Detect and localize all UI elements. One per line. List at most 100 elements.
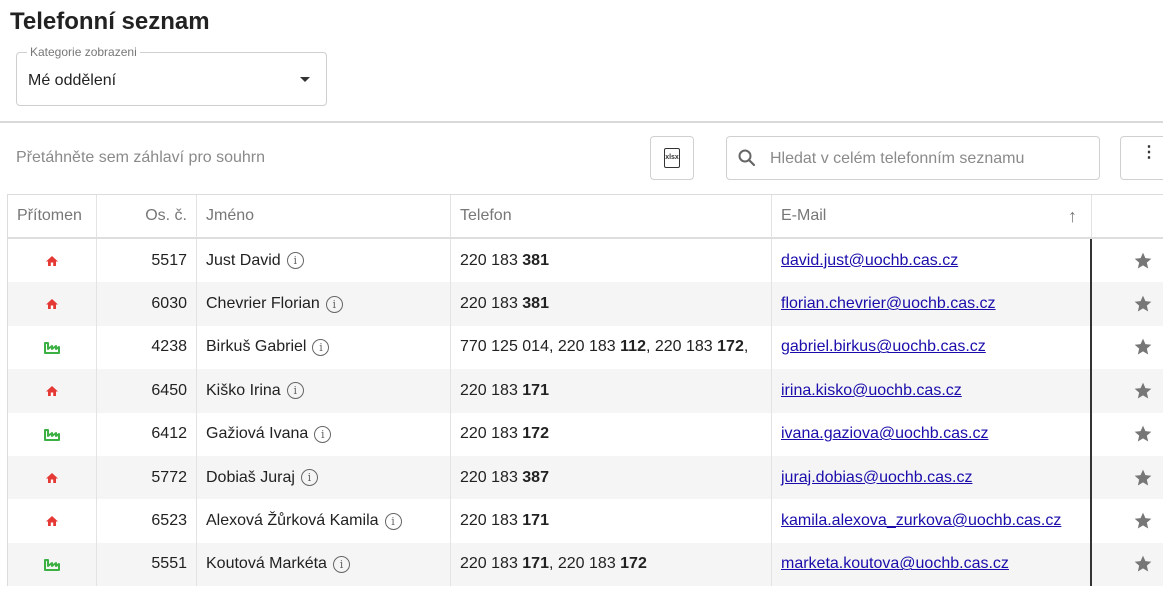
table-row[interactable]: 4238 Birkuš Gabriel i 770 125 014, 220 183 … [8,325,1163,370]
phone-extension: 171 [522,381,549,399]
star-icon[interactable] [1133,511,1153,531]
email-link[interactable]: kamila.alexova_zurkova@uochb.cas.cz [781,512,1061,530]
email-cell: marketa.koutova@uochb.cas.cz [772,542,1092,587]
phone-cell: 220 183 381 [451,282,772,326]
name-cell: Koutová Markéta i [197,542,451,587]
office-icon [44,429,60,442]
star-icon[interactable] [1133,294,1153,314]
email-cell: juraj.dobias@uochb.cas.cz [772,455,1092,500]
table-header: Přítomen Os. č. Jméno Telefon E-Mail ↑ [8,195,1163,239]
table-row[interactable]: 5517 Just David i 220 183 381 david.just@uoc… [8,239,1163,283]
email-link[interactable]: gabriel.birkus@uochb.cas.cz [781,338,986,356]
column-header-present[interactable]: Přítomen [8,195,97,237]
group-drop-zone[interactable]: Přetáhněte sem záhlaví pro souhrn [16,149,265,167]
name-cell: Dobiaš Juraj i [197,455,451,500]
star-icon[interactable] [1133,251,1153,271]
favorite-cell [1092,543,1163,586]
employee-name: Chevrier Florian [206,295,320,313]
info-icon[interactable]: i [286,252,304,270]
email-cell: ivana.gaziova@uochb.cas.cz [772,412,1092,456]
email-link[interactable]: juraj.dobias@uochb.cas.cz [781,469,972,487]
star-icon[interactable] [1133,381,1153,401]
phone-prefix: , 220 183 [645,338,718,356]
export-xlsx-button[interactable]: xlsx [650,136,694,180]
phone-prefix: 220 183 [460,512,523,530]
table-row[interactable]: 6030 Chevrier Florian i 220 183 381 florian.… [8,282,1163,326]
more-options-button[interactable]: ⋮ [1120,136,1163,180]
employee-name: Gažiová Ivana [206,425,309,443]
email-link[interactable]: david.just@uochb.cas.cz [781,252,958,270]
info-icon[interactable]: i [314,425,332,443]
info-icon[interactable]: i [384,512,402,530]
phonebook-table: Přítomen Os. č. Jméno Telefon E-Mail ↑ 5… [7,194,1163,587]
employee-name: Koutová Markéta [206,555,327,573]
email-link[interactable]: marketa.koutova@uochb.cas.cz [781,555,1009,573]
info-icon[interactable]: i [332,555,350,573]
phone-extension: 381 [522,295,549,313]
presence-cell [8,239,97,283]
email-cell: florian.chevrier@uochb.cas.cz [772,282,1092,326]
email-cell: gabriel.birkus@uochb.cas.cz [772,325,1092,370]
employee-id-cell: 6412 [97,412,197,456]
info-icon[interactable]: i [286,382,304,400]
employee-id-cell: 6030 [97,282,197,326]
sort-ascending-icon[interactable]: ↑ [1068,206,1077,227]
category-select[interactable]: Kategorie zobrazeni Mé oddělení [16,45,327,106]
table-row[interactable]: 6450 Kiško Irina i 220 183 171 irina.kisko@u… [8,369,1163,413]
info-icon[interactable]: i [325,295,343,313]
column-header-name[interactable]: Jméno [197,195,451,237]
column-header-email[interactable]: E-Mail ↑ [772,195,1092,237]
column-header-phone[interactable]: Telefon [451,195,772,237]
table-row[interactable]: 5551 Koutová Markéta i 220 183 171, 220 183… [8,542,1163,587]
home-icon [46,255,58,266]
info-icon[interactable]: i [300,469,318,487]
home-icon [46,472,58,483]
name-cell: Alexová Žůrková Kamila i [197,499,451,543]
home-icon [46,516,58,527]
employee-id-cell: 5517 [97,239,197,283]
caret-down-icon [300,77,310,82]
phone-cell: 220 183 171 [451,499,772,543]
name-cell: Gažiová Ivana i [197,412,451,456]
phone-prefix: 220 183 [460,425,523,443]
table-row[interactable]: 6523 Alexová Žůrková Kamila i 220 183 171 ka… [8,499,1163,543]
office-icon [44,559,60,572]
phone-extension: 112 [620,338,646,356]
name-cell: Kiško Irina i [197,369,451,413]
search-input[interactable]: Hledat v celém telefonním seznamu [726,136,1100,180]
email-link[interactable]: florian.chevrier@uochb.cas.cz [781,295,996,313]
email-link[interactable]: ivana.gaziova@uochb.cas.cz [781,425,988,443]
phone-prefix: 220 183 [460,555,523,573]
phone-extension: 172 [717,338,744,356]
employee-id-cell: 4238 [97,325,197,370]
phone-prefix: 220 183 [460,381,523,399]
email-cell: kamila.alexova_zurkova@uochb.cas.cz [772,499,1092,543]
phone-extension: 381 [522,251,549,269]
star-icon[interactable] [1133,424,1153,444]
name-cell: Just David i [197,239,451,283]
favorite-cell [1092,456,1163,499]
email-cell: david.just@uochb.cas.cz [772,239,1092,283]
category-select-value: Mé oddělení [28,72,117,89]
office-icon [44,342,60,355]
employee-id-cell: 5551 [97,542,197,587]
category-select-label: Kategorie zobrazeni [27,45,140,59]
phone-extension: 172 [522,425,549,443]
info-icon[interactable]: i [312,338,330,356]
presence-cell [8,455,97,500]
column-header-favorite [1092,195,1163,237]
star-icon[interactable] [1133,337,1153,357]
star-icon[interactable] [1133,468,1153,488]
star-icon[interactable] [1133,554,1153,574]
phone-cell: 220 183 381 [451,239,772,283]
page-title: Telefonní seznam [10,8,210,35]
presence-cell [8,542,97,587]
phone-cell: 220 183 171, 220 183 172 [451,542,772,587]
column-header-id[interactable]: Os. č. [97,195,197,237]
table-row[interactable]: 5772 Dobiaš Juraj i 220 183 387 juraj.dobias… [8,455,1163,500]
table-row[interactable]: 6412 Gažiová Ivana i 220 183 172 ivana.gazio… [8,412,1163,456]
email-cell: irina.kisko@uochb.cas.cz [772,369,1092,413]
email-link[interactable]: irina.kisko@uochb.cas.cz [781,382,962,400]
employee-name: Birkuš Gabriel [206,338,307,356]
phone-prefix: , 220 183 [548,555,621,573]
